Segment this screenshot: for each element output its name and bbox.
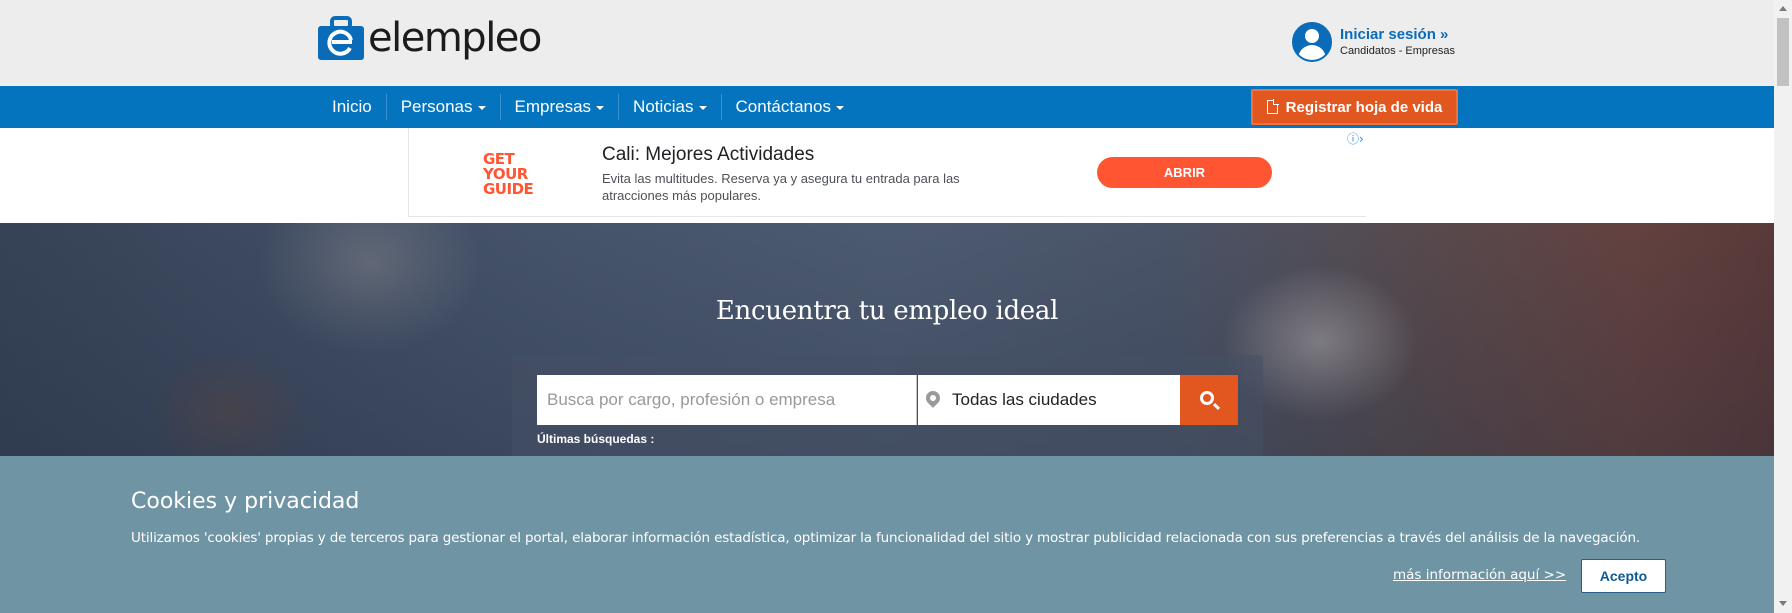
scroll-thumb[interactable]	[1777, 18, 1789, 86]
logo-text: elempleo	[368, 15, 542, 61]
register-cv-button[interactable]: Registrar hoja de vida	[1251, 89, 1458, 125]
login-area[interactable]: Iniciar sesión » Candidatos - Empresas	[1292, 22, 1455, 62]
nav-item-label: Personas	[400, 97, 473, 116]
nav-item-label: Noticias	[633, 97, 694, 116]
map-pin-icon	[923, 388, 943, 408]
cookie-more-info-link[interactable]: más información aquí >>	[1393, 567, 1566, 583]
caret-down-icon	[596, 106, 605, 110]
caret-down-icon	[698, 106, 707, 110]
document-icon	[1266, 99, 1279, 114]
user-avatar-icon[interactable]	[1292, 22, 1332, 62]
nav-item-empresas[interactable]: Empresas	[499, 94, 619, 120]
ad-title[interactable]: Cali: Mejores Actividades	[602, 144, 814, 166]
register-cv-label: Registrar hoja de vida	[1285, 98, 1443, 116]
cookie-text: Utilizamos 'cookies' propias y de tercer…	[131, 530, 1641, 546]
ad-banner[interactable]: GET YOUR GUIDE Cali: Mejores Actividades…	[408, 128, 1366, 217]
search-button[interactable]	[1180, 375, 1238, 425]
getyourguide-logo: GET YOUR GUIDE	[483, 150, 534, 198]
cookie-banner: Cookies y privacidad Utilizamos 'cookies…	[0, 456, 1774, 613]
ad-info-icon[interactable]: ⓘ›	[1347, 130, 1364, 147]
main-nav: Inicio Personas Empresas Noticias Contác…	[0, 86, 1774, 128]
cookie-title: Cookies y privacidad	[131, 489, 360, 514]
elempleo-logo[interactable]: elempleo	[318, 15, 542, 61]
nav-item-contactanos[interactable]: Contáctanos	[720, 94, 858, 120]
scroll-down-icon[interactable]	[1779, 601, 1787, 606]
login-subtitle: Candidatos - Empresas	[1340, 45, 1455, 57]
nav-item-personas[interactable]: Personas	[385, 94, 500, 120]
login-link[interactable]: Iniciar sesión »	[1340, 26, 1455, 44]
ad-open-button[interactable]: ABRIR	[1097, 157, 1272, 188]
site-header: elempleo Iniciar sesión » Candidatos - E…	[0, 0, 1774, 86]
city-select[interactable]: Todas las ciudades	[918, 375, 1180, 425]
recent-searches-label: Últimas búsquedas :	[537, 432, 655, 446]
hero-section: Encuentra tu empleo ideal Busca por carg…	[0, 223, 1774, 458]
job-search-input[interactable]: Busca por cargo, profesión o empresa	[537, 375, 917, 425]
hero-title: Encuentra tu empleo ideal	[715, 296, 1059, 326]
caret-down-icon	[835, 106, 844, 110]
nav-item-label: Inicio	[332, 97, 372, 116]
accept-cookies-button[interactable]: Acepto	[1581, 559, 1666, 593]
caret-down-icon	[477, 106, 486, 110]
nav-item-label: Contáctanos	[735, 97, 831, 116]
scroll-up-icon[interactable]	[1779, 6, 1787, 11]
page-scrollbar[interactable]	[1774, 0, 1792, 613]
nav-item-inicio[interactable]: Inicio	[318, 94, 386, 120]
search-icon	[1200, 391, 1214, 405]
nav-item-label: Empresas	[514, 97, 592, 116]
ad-description: Evita las multitudes. Reserva ya y asegu…	[602, 171, 960, 203]
city-value: Todas las ciudades	[952, 390, 1097, 409]
nav-item-noticias[interactable]: Noticias	[618, 94, 720, 120]
search-panel: Busca por cargo, profesión o empresa Tod…	[512, 355, 1263, 458]
briefcase-logo-icon	[318, 16, 364, 60]
